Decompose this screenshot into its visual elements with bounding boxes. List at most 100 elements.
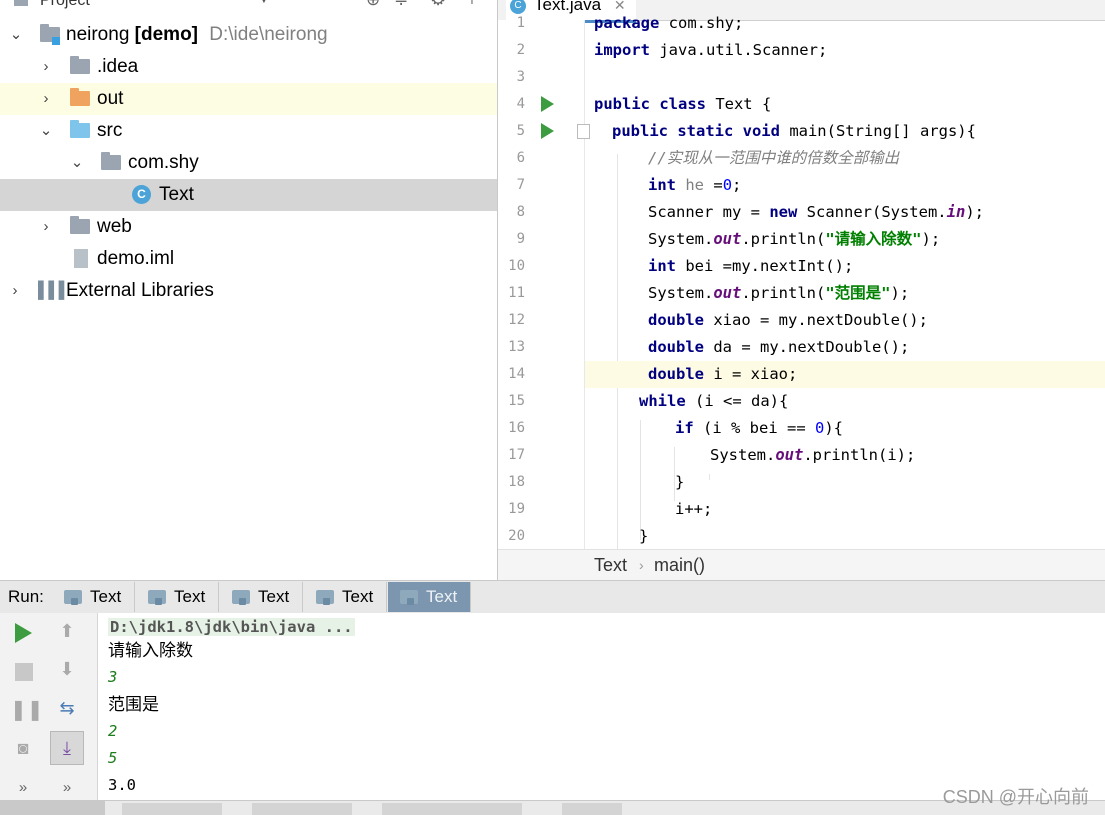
run-tab[interactable]: Text [136,582,219,612]
more-icon[interactable]: » [54,775,80,801]
camera-icon[interactable]: ◙ [10,735,36,761]
code-line[interactable]: Scanner my = new Scanner(System.in); [585,199,1105,226]
run-tab-label: Text [258,587,290,606]
code-area[interactable]: package com.shy; import java.util.Scanne… [585,14,1105,550]
web-folder-icon [70,216,90,234]
run-tab[interactable]: Text [52,582,135,612]
stop-icon[interactable] [15,663,33,681]
chevron-right-icon[interactable]: › [36,211,56,243]
code-line[interactable]: i++; [585,496,1105,523]
tree-item-src[interactable]: ⌄ src [0,115,497,147]
down-arrow-icon[interactable]: ⬇ [54,656,80,682]
run-class-icon[interactable] [541,96,554,112]
soft-wrap-icon[interactable]: ⇆ [54,695,80,721]
tree-item-external-libraries[interactable]: › ▌▌▌ External Libraries [0,275,497,307]
tree-item-label: Text [159,184,194,205]
code-line[interactable]: double xiao = my.nextDouble(); [585,307,1105,334]
terminal-tool-button[interactable] [252,803,352,815]
run-tab[interactable]: Text [304,582,387,612]
run-tool-button[interactable] [0,801,105,815]
run-tab-label: Text [342,587,374,606]
chevron-down-icon[interactable]: ⌄ [67,147,87,179]
code-line[interactable] [585,64,1105,91]
messages-tool-button[interactable] [562,803,622,815]
tree-item-out[interactable]: › out [0,83,497,115]
tree-item-label: web [97,216,132,237]
code-line[interactable]: if (i % bei == 0){ [585,415,1105,442]
code-line[interactable]: System.out.println("范围是"); [585,280,1105,307]
breadcrumb-class[interactable]: Text [594,550,627,580]
tree-item-label: out [97,88,124,109]
code-line[interactable]: //实现从一范围中谁的倍数全部输出 [585,145,1105,172]
pause-icon[interactable]: ❚❚ [10,697,44,723]
package-icon [101,152,121,170]
tree-item-demo-iml[interactable]: demo.iml [0,243,497,275]
code-line[interactable]: int bei =my.nextInt(); [585,253,1105,280]
run-tab-label: Text [174,587,206,606]
console-output[interactable]: D:\jdk1.8\jdk\bin\java ... 请输入除数 3 范围是 2… [98,613,1105,800]
breadcrumb-method[interactable]: main() [654,550,705,580]
tree-item-idea[interactable]: › .idea [0,51,497,83]
line-number: 3 [516,69,525,85]
tree-item-com-shy[interactable]: ⌄ com.shy [0,147,497,179]
gear-icon[interactable]: ⚙ [430,0,446,10]
chevron-right-icon[interactable]: › [5,275,25,307]
line-number: 7 [516,177,525,193]
chevron-down-icon[interactable]: ⌄ [36,115,56,147]
editor-gutter: 1 2 3 4 5 6 7 8 9 10 11 12 13 14 15 16 1… [498,15,590,549]
chevron-right-icon: › [639,557,644,573]
console-line: 3.0 [108,776,136,794]
line-number: 15 [508,393,525,409]
module-tag: [demo] [134,24,198,45]
code-line[interactable]: int he =0; [585,172,1105,199]
up-arrow-icon[interactable]: ⬆ [54,618,80,644]
line-number: 5 [516,123,525,139]
tree-item-label: External Libraries [66,280,214,301]
locate-icon[interactable]: ⊕ [366,0,380,10]
code-line[interactable]: System.out.println("请输入除数"); [585,226,1105,253]
chevron-right-icon[interactable]: › [36,83,56,115]
tree-item-label: .idea [97,56,139,77]
tree-item-neirong[interactable]: ⌄ neirong [demo] D:\ide\neirong [0,19,497,51]
chevron-right-icon[interactable]: › [36,51,56,83]
project-header-label: Project [40,0,90,9]
editor-panel: C Text.java ✕ 1 2 3 4 5 6 7 8 9 10 11 12… [498,0,1105,580]
code-line[interactable]: } [585,523,1105,550]
console-input-line: 5 [108,749,118,767]
dropdown-icon[interactable]: ▼ [258,0,270,6]
folder-icon [70,56,90,74]
hide-icon[interactable]: ⊢ [470,0,485,9]
run-label: Run: [8,587,44,606]
todo-tool-button[interactable] [122,803,222,815]
chevron-down-icon[interactable]: ⌄ [6,19,26,51]
rerun-icon[interactable] [15,623,32,643]
libraries-icon: ▌▌▌ [38,282,70,299]
code-line[interactable]: double da = my.nextDouble(); [585,334,1105,361]
code-line[interactable]: package com.shy; [585,10,1105,37]
tree-item-web[interactable]: › web [0,211,497,243]
collapse-icon[interactable]: ≑ [394,0,408,10]
code-line[interactable]: while (i <= da){ [585,388,1105,415]
tree-item-label: src [97,120,123,141]
more-icon[interactable]: » [10,775,36,801]
line-number: 6 [516,150,525,166]
code-line[interactable]: public static void main(String[] args){ [585,118,1105,145]
scroll-to-end-icon[interactable]: ⤓ [50,731,84,765]
run-toolbar: ⬆ ⬇ ❚❚ ⇆ ◙ ⤓ » » [0,613,98,800]
line-number: 17 [508,447,525,463]
tree-item-text-class[interactable]: C Text [0,179,497,211]
run-tab-label: Text [426,587,458,606]
java-enterprise-tool-button[interactable] [382,803,522,815]
run-main-icon[interactable] [541,123,554,139]
bottom-tool-strip [0,800,1105,815]
module-badge-icon [52,37,60,45]
code-line[interactable]: System.out.println(i); [585,442,1105,469]
run-tab[interactable]: Text [220,582,303,612]
run-tab-active[interactable]: Text [388,582,471,612]
code-line[interactable]: import java.util.Scanner; [585,37,1105,64]
code-line[interactable]: } [585,469,1105,496]
project-panel-header[interactable]: Project ▼ ⊕ ≑ ⚙ ⊢ [0,0,497,14]
console-input-line: 3 [108,668,118,686]
code-line-current[interactable]: double i = xiao; [585,361,1105,388]
code-line[interactable]: public class Text { [585,91,1105,118]
